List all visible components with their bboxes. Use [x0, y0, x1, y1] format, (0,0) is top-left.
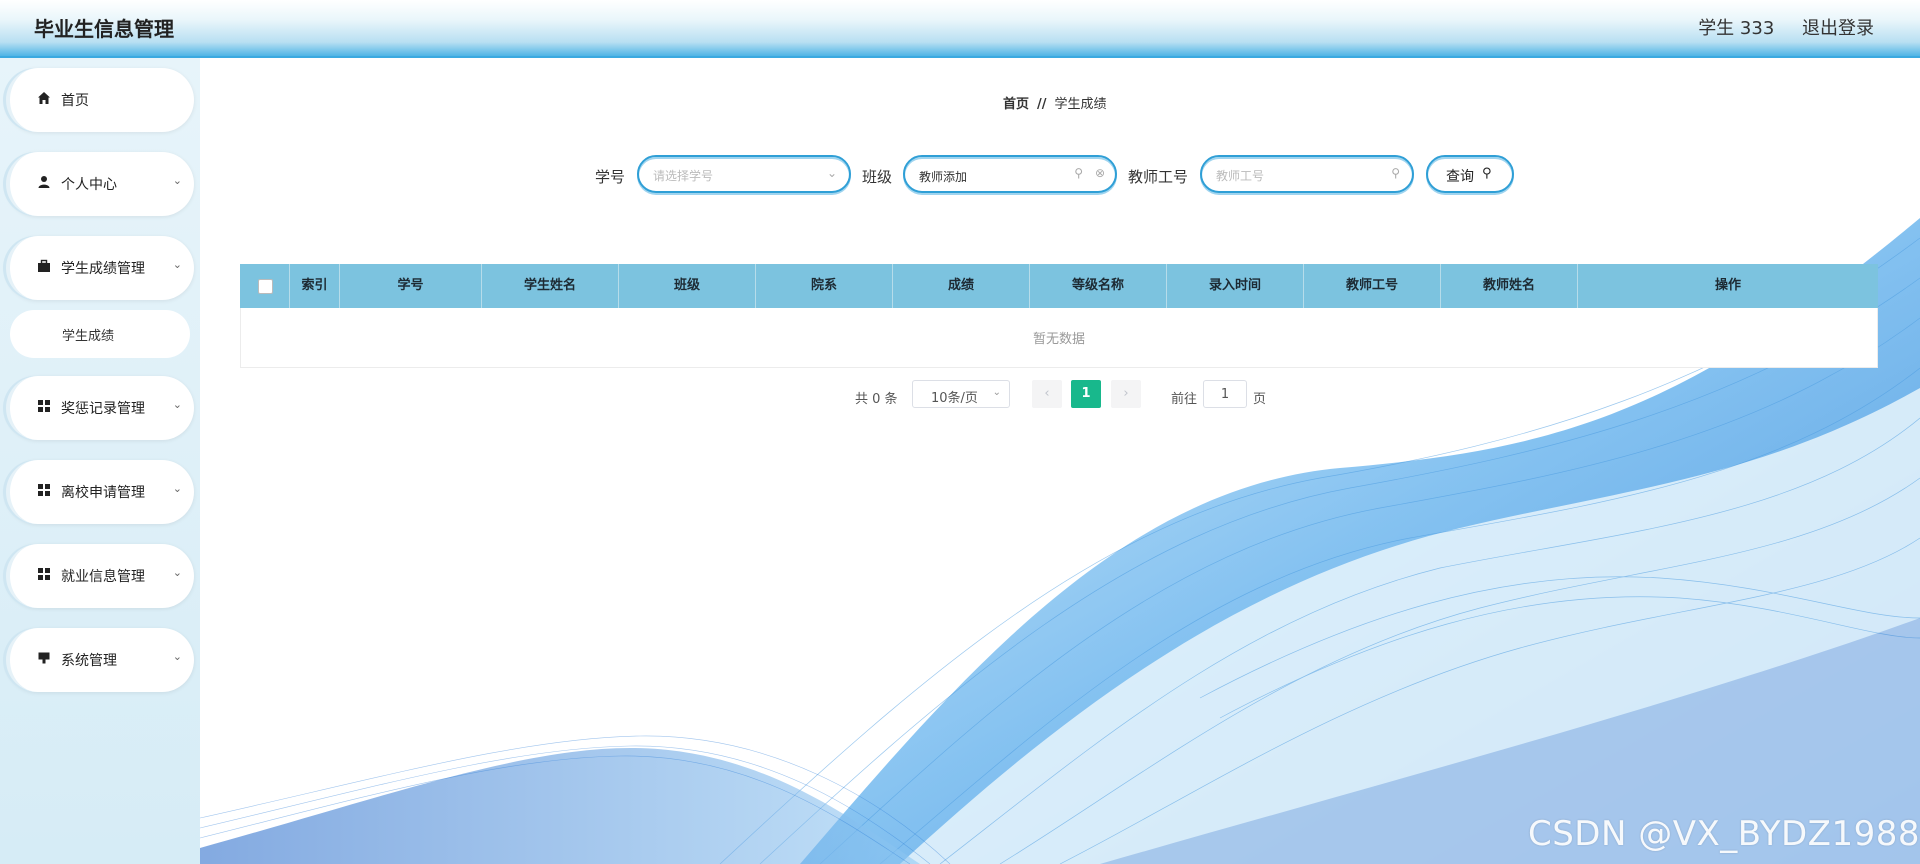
page-suffix: 页 — [1253, 392, 1267, 407]
chevron-down-icon: ⌄ — [992, 387, 1001, 398]
column-header[interactable]: 成绩 — [893, 264, 1030, 308]
search-icon: ⚲ — [1391, 166, 1400, 180]
sidebar-item-label: 首页 — [61, 93, 89, 109]
table-body: 暂无数据 — [240, 308, 1878, 368]
breadcrumb: 首页 // 学生成绩 — [1003, 93, 1107, 112]
pagination: 共 0 条 10条/页 ⌄ ‹ 1 › 前往 页 — [200, 380, 1920, 410]
user-name: 学生 333 — [1698, 18, 1775, 39]
chevron-down-icon: ⌄ — [172, 258, 182, 271]
empty-state: 暂无数据 — [1032, 332, 1085, 347]
class-label: 班级 — [862, 168, 893, 186]
column-header[interactable]: 教师工号 — [1304, 264, 1441, 308]
sidebar-item-label: 系统管理 — [61, 653, 117, 669]
chevron-down-icon: ⌄ — [172, 398, 182, 411]
column-header[interactable]: 班级 — [619, 264, 756, 308]
page-number-active[interactable]: 1 — [1071, 380, 1101, 408]
student-no-label: 学号 — [595, 168, 626, 186]
chevron-down-icon: ⌄ — [826, 166, 837, 180]
user-icon — [38, 176, 50, 188]
grid-icon — [38, 568, 50, 580]
query-button-label: 查询 — [1446, 169, 1474, 185]
teacher-no-label: 教师工号 — [1128, 168, 1189, 186]
top-bar: 毕业生信息管理 学生 333 退出登录 — [0, 0, 1920, 58]
column-header: 操作 — [1714, 278, 1741, 293]
sidebar-item-rewards[interactable]: 奖惩记录管理 ⌄ — [6, 376, 194, 440]
chevron-down-icon: ⌄ — [172, 482, 182, 495]
class-input[interactable] — [917, 165, 1061, 187]
sidebar-item-leave[interactable]: 离校申请管理 ⌄ — [6, 460, 194, 524]
column-header[interactable]: 教师姓名 — [1441, 264, 1578, 308]
column-header[interactable]: 索引 — [290, 264, 340, 308]
sidebar-item-label: 个人中心 — [61, 177, 117, 193]
sidebar-item-home[interactable]: 首页 — [6, 68, 194, 132]
grid-icon — [38, 400, 50, 412]
table-header: 索引 学号 学生姓名 班级 院系 成绩 等级名称 录入时间 教师工号 教师姓名 … — [240, 264, 1878, 308]
sidebar-item-employment[interactable]: 就业信息管理 ⌄ — [6, 544, 194, 608]
goto-label: 前往 — [1171, 392, 1198, 407]
student-no-select[interactable]: ⌄ — [637, 155, 851, 193]
sidebar-item-profile[interactable]: 个人中心 ⌄ — [6, 152, 194, 216]
chevron-down-icon: ⌄ — [172, 650, 182, 663]
teacher-no-field[interactable]: ⚲ — [1200, 155, 1414, 193]
prev-page-button[interactable]: ‹ — [1032, 380, 1062, 408]
search-icon: ⚲ — [1482, 166, 1492, 181]
sidebar-item-label: 就业信息管理 — [61, 569, 145, 585]
breadcrumb-home[interactable]: 首页 — [1003, 97, 1029, 112]
sidebar-item-system[interactable]: 系统管理 ⌄ — [6, 628, 194, 692]
monitor-icon — [38, 652, 50, 664]
goto-page-input[interactable] — [1203, 380, 1247, 408]
home-icon — [38, 92, 50, 104]
select-all-checkbox[interactable] — [258, 279, 273, 294]
logout-link[interactable]: 退出登录 — [1802, 18, 1874, 39]
student-no-input[interactable] — [651, 165, 795, 187]
briefcase-icon — [38, 259, 50, 272]
main-content: 首页//学生成绩 学号 ⌄ 班级 ⚲ ⊗ 教师工号 ⚲ 查询 ⚲ 索引 学 — [200, 58, 1920, 864]
query-button[interactable]: 查询 ⚲ — [1426, 155, 1514, 193]
sidebar-item-label: 奖惩记录管理 — [61, 401, 145, 417]
column-header[interactable]: 录入时间 — [1167, 264, 1304, 308]
user-area: 学生 333 退出登录 — [1676, 14, 1874, 40]
clear-icon[interactable]: ⊗ — [1095, 166, 1105, 180]
teacher-no-input[interactable] — [1214, 165, 1358, 187]
sidebar: 首页 个人中心 ⌄ 学生成绩管理 ⌄ 学生成绩 奖惩记录管理 ⌄ 离校申请管理 … — [0, 58, 200, 864]
class-field[interactable]: ⚲ ⊗ — [903, 155, 1117, 193]
sidebar-subitem-label: 学生成绩 — [62, 329, 115, 344]
column-header[interactable]: 院系 — [756, 264, 893, 308]
sidebar-subitem-scores[interactable]: 学生成绩 — [10, 310, 190, 358]
breadcrumb-separator: // — [1037, 97, 1047, 112]
chevron-down-icon: ⌄ — [172, 174, 182, 187]
page-size-label: 10条/页 — [931, 391, 978, 406]
app-title: 毕业生信息管理 — [34, 17, 174, 41]
scores-table: 索引 学号 学生姓名 班级 院系 成绩 等级名称 录入时间 教师工号 教师姓名 … — [240, 264, 1878, 368]
search-icon: ⚲ — [1074, 166, 1083, 180]
column-header[interactable]: 学号 — [340, 264, 482, 308]
sidebar-item-label: 离校申请管理 — [61, 485, 145, 501]
total-count: 共 0 条 — [855, 392, 898, 407]
search-bar: 学号 ⌄ 班级 ⚲ ⊗ 教师工号 ⚲ 查询 ⚲ — [200, 154, 1920, 198]
page-size-select[interactable]: 10条/页 ⌄ — [912, 380, 1010, 408]
watermark: CSDN @VX_BYDZ1988 — [1527, 814, 1920, 854]
next-page-button[interactable]: › — [1111, 380, 1141, 408]
sidebar-item-scores[interactable]: 学生成绩管理 ⌄ — [6, 236, 194, 300]
breadcrumb-current: 学生成绩 — [1054, 97, 1107, 112]
chevron-down-icon: ⌄ — [172, 566, 182, 579]
grid-icon — [38, 484, 50, 496]
sidebar-item-label: 学生成绩管理 — [61, 261, 145, 277]
column-header[interactable]: 等级名称 — [1030, 264, 1167, 308]
select-all-cell — [240, 264, 290, 308]
column-header[interactable]: 学生姓名 — [482, 264, 619, 308]
